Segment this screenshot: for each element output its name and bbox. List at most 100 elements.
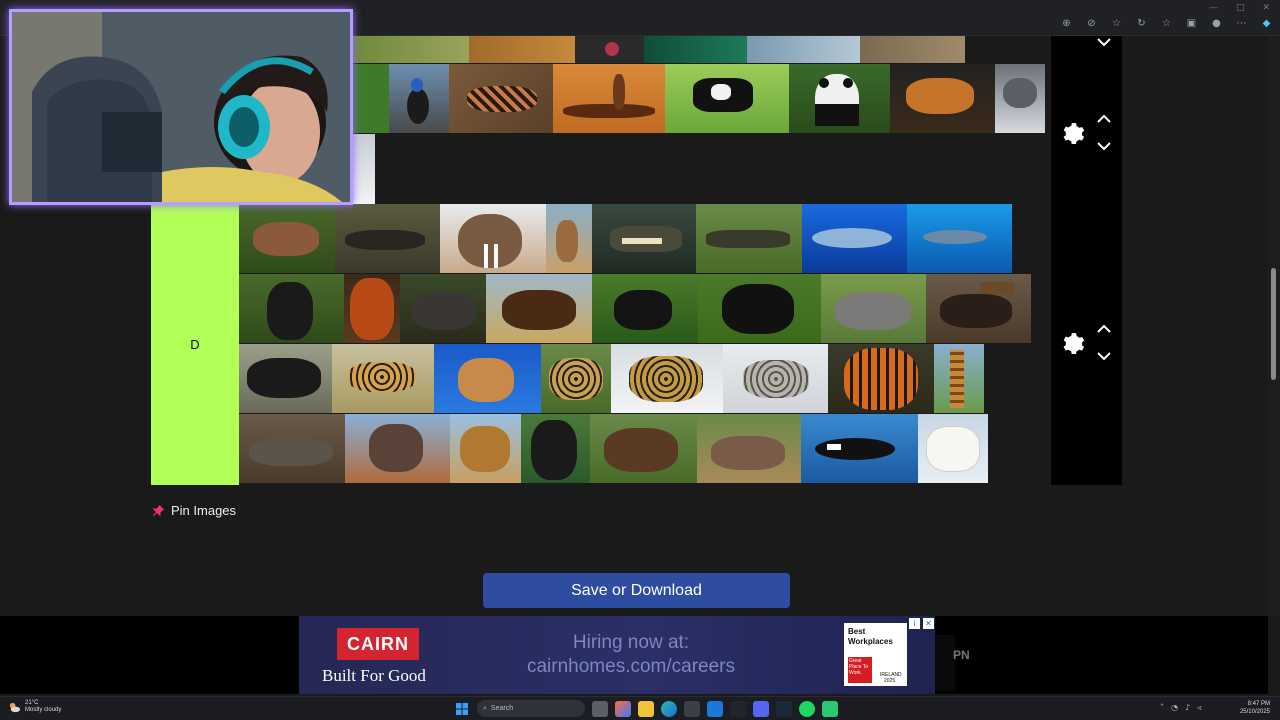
tray-chevron-icon[interactable]: ˄ <box>1160 703 1164 712</box>
animal-image[interactable] <box>400 274 486 343</box>
taskbar-apps: ⌕ Search <box>454 700 838 717</box>
mic-icon[interactable]: ♪ <box>1185 703 1190 712</box>
ad-close-icon[interactable]: ✕ <box>923 618 934 629</box>
cairn-logo: CAIRN <box>337 628 419 660</box>
ad-url[interactable]: cairnhomes.com/careers <box>521 656 741 678</box>
animal-image[interactable] <box>239 274 344 343</box>
copilot-app-icon[interactable] <box>615 700 631 717</box>
volume-icon[interactable]: ◃ <box>1197 703 1201 712</box>
animal-image[interactable] <box>789 64 890 133</box>
animal-image[interactable] <box>353 64 389 133</box>
spotify-icon[interactable] <box>799 700 815 717</box>
weather-widget[interactable]: 21°C Mostly cloudy <box>8 700 61 714</box>
animal-image[interactable] <box>747 36 860 63</box>
save-or-download-button[interactable]: Save or Download <box>483 573 790 608</box>
animal-image[interactable] <box>698 274 821 343</box>
animal-image[interactable] <box>239 414 345 483</box>
taskbar-clock[interactable]: 8:47 PM 25/10/2025 <box>1236 700 1270 716</box>
animal-image[interactable] <box>860 36 965 63</box>
animal-image[interactable] <box>521 414 590 483</box>
animal-image[interactable] <box>239 204 335 273</box>
pin-images-toggle[interactable]: Pin Images <box>152 503 236 518</box>
animal-image[interactable] <box>389 64 449 133</box>
animal-image[interactable] <box>934 344 984 413</box>
chevron-down-icon[interactable] <box>1095 350 1113 362</box>
scrollbar-thumb[interactable] <box>1271 268 1276 380</box>
animal-image[interactable] <box>918 414 988 483</box>
copilot-icon[interactable]: ◆ <box>1261 18 1272 29</box>
star-icon[interactable]: ☆ <box>1111 18 1122 29</box>
animal-image[interactable] <box>344 274 400 343</box>
wifi-icon[interactable]: ◔ <box>1171 703 1178 712</box>
search-placeholder: Search <box>490 705 514 712</box>
obs-icon[interactable] <box>730 700 746 717</box>
animal-image[interactable] <box>592 204 696 273</box>
animal-image[interactable] <box>802 204 907 273</box>
discord-icon[interactable] <box>753 700 769 717</box>
steam-icon[interactable] <box>776 700 792 717</box>
refresh-icon[interactable]: ↻ <box>1136 18 1147 29</box>
edge-icon[interactable] <box>661 700 677 717</box>
animal-image[interactable] <box>353 36 469 63</box>
chevron-up-icon[interactable] <box>1095 113 1113 125</box>
maximize-icon[interactable]: □ <box>1236 3 1245 13</box>
animal-image[interactable] <box>440 204 546 273</box>
ad-banner[interactable]: CAIRN Built For Good Hiring now at: cair… <box>299 616 935 694</box>
cloud-icon <box>9 702 21 712</box>
favorites-icon[interactable]: ☆ <box>1161 18 1172 29</box>
animal-image[interactable] <box>353 134 375 204</box>
animal-image[interactable] <box>697 414 801 483</box>
animal-image[interactable] <box>541 344 611 413</box>
animal-image[interactable] <box>335 204 440 273</box>
animal-image[interactable] <box>828 344 934 413</box>
animal-image[interactable] <box>907 204 1012 273</box>
chevron-down-icon[interactable] <box>1095 36 1113 48</box>
animal-image[interactable] <box>592 274 698 343</box>
outlook-icon[interactable] <box>707 700 723 717</box>
gear-icon[interactable] <box>1059 331 1085 357</box>
animal-image[interactable] <box>696 204 802 273</box>
block-icon[interactable]: ⊘ <box>1086 18 1097 29</box>
chevron-up-icon[interactable] <box>1095 323 1113 335</box>
chevron-down-icon[interactable] <box>1095 140 1113 152</box>
animal-image[interactable] <box>469 36 575 63</box>
animal-image[interactable] <box>644 36 747 63</box>
animal-image[interactable] <box>546 204 592 273</box>
app-icon[interactable] <box>822 700 838 717</box>
more-icon[interactable]: ⋯ <box>1236 18 1247 29</box>
window-controls: — □ ✕ <box>1209 3 1270 13</box>
close-icon[interactable]: ✕ <box>1262 3 1270 13</box>
tier-label-d[interactable]: D <box>151 204 239 485</box>
page-scrollbar[interactable] <box>1268 36 1280 616</box>
animal-image[interactable] <box>450 414 521 483</box>
task-view-icon[interactable] <box>592 700 608 717</box>
animal-image[interactable] <box>449 64 553 133</box>
animal-image[interactable] <box>890 64 995 133</box>
animal-image[interactable] <box>821 274 926 343</box>
animal-image[interactable] <box>239 344 332 413</box>
animal-image[interactable] <box>723 344 828 413</box>
gear-icon[interactable] <box>1059 121 1085 147</box>
animal-image[interactable] <box>926 274 1031 343</box>
windows-start-icon[interactable] <box>454 701 470 717</box>
animal-image[interactable] <box>590 414 697 483</box>
animal-image[interactable] <box>665 64 789 133</box>
minimize-icon[interactable]: — <box>1209 3 1218 13</box>
animal-image[interactable] <box>801 414 918 483</box>
ad-info-icon[interactable]: i <box>909 618 920 629</box>
zoom-icon[interactable]: ⊕ <box>1061 18 1072 29</box>
animal-image[interactable] <box>332 344 434 413</box>
taskbar-search[interactable]: ⌕ Search <box>477 700 585 717</box>
clock-time: 8:47 PM <box>1247 701 1270 707</box>
collections-icon[interactable]: ▣ <box>1186 18 1197 29</box>
animal-image[interactable] <box>995 64 1045 133</box>
animal-image[interactable] <box>345 414 450 483</box>
animal-image[interactable] <box>575 36 644 63</box>
animal-image[interactable] <box>434 344 541 413</box>
animal-image[interactable] <box>486 274 592 343</box>
file-explorer-icon[interactable] <box>638 700 654 717</box>
store-icon[interactable] <box>684 700 700 717</box>
animal-image[interactable] <box>553 64 665 133</box>
animal-image[interactable] <box>611 344 723 413</box>
profile-icon[interactable]: ● <box>1211 18 1222 29</box>
